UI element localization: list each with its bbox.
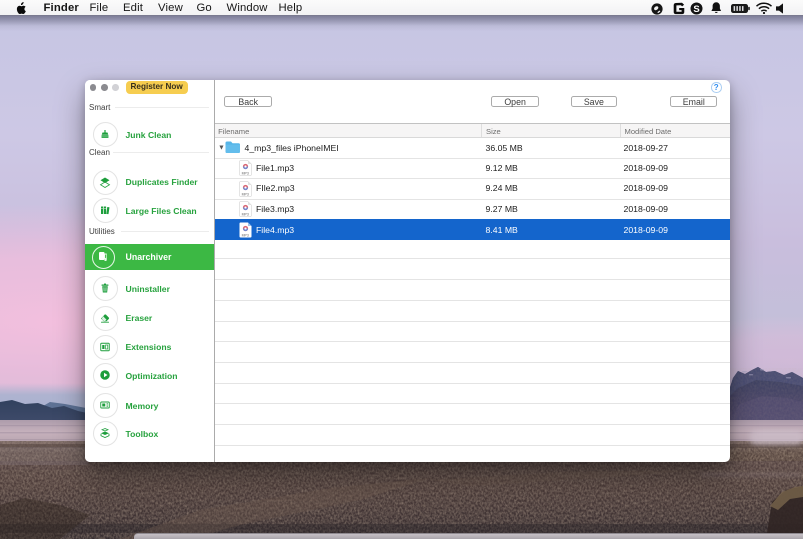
svg-text:S: S bbox=[693, 4, 699, 15]
svg-text:MP3: MP3 bbox=[242, 172, 249, 176]
svg-text:MP3: MP3 bbox=[242, 192, 249, 196]
svg-text:MP3: MP3 bbox=[242, 212, 249, 216]
svg-text:MP3: MP3 bbox=[242, 233, 249, 237]
